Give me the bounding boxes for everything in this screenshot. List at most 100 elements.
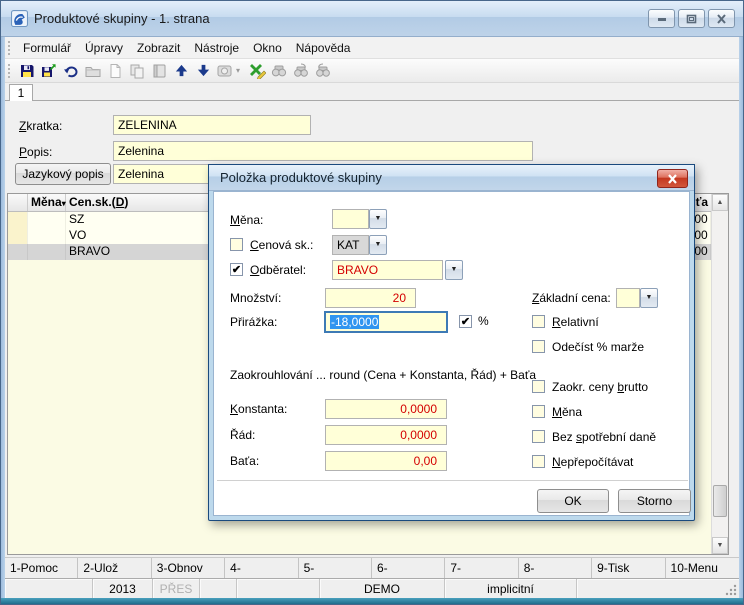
fnkey-2-uloz[interactable]: 2-Ulož: [78, 558, 151, 578]
mena-cell[interactable]: [28, 244, 66, 260]
jazykovy-popis-button[interactable]: Jazykový popis: [15, 163, 111, 185]
find-next-icon[interactable]: [313, 62, 333, 80]
menu-nastroje[interactable]: Nástroje: [187, 39, 246, 57]
prirazka-label: Přirážka:: [230, 315, 277, 329]
menu-upravy[interactable]: Úpravy: [78, 39, 130, 57]
relativni-checkbox[interactable]: [532, 315, 545, 328]
zkratka-input[interactable]: ZELENINA: [113, 115, 311, 135]
preview-icon[interactable]: [215, 62, 235, 80]
close-icon: [667, 174, 678, 184]
status-cell-demo: DEMO: [320, 579, 445, 598]
open-folder-icon[interactable]: [83, 62, 103, 80]
cenova-sk-dropdown-icon[interactable]: ▼: [369, 235, 387, 255]
fnkey-6[interactable]: 6-: [372, 558, 445, 578]
export-edit-icon[interactable]: [247, 62, 267, 80]
zaokr-brutto-checkbox[interactable]: [532, 380, 545, 393]
popis-input[interactable]: Zelenina: [113, 141, 533, 161]
mnozstvi-input[interactable]: 20: [325, 288, 416, 308]
cenova-sk-combo[interactable]: KAT: [332, 235, 369, 255]
bez-dane-rest: potřební daně: [582, 430, 656, 444]
odberatel-combo[interactable]: BRAVO: [332, 260, 443, 280]
scrollbar-track[interactable]: [712, 211, 728, 537]
status-cell-pres: PŘES: [153, 579, 200, 598]
close-button[interactable]: [708, 9, 735, 28]
cenova-sk-checkbox[interactable]: [230, 238, 243, 251]
zakladni-cena-label: Základní cena:: [532, 291, 611, 305]
fnkey-5[interactable]: 5-: [299, 558, 372, 578]
row-selector-header[interactable]: [8, 194, 28, 211]
mena-column-header[interactable]: Měna▾: [28, 194, 66, 211]
copy-icon[interactable]: [127, 62, 147, 80]
menu-napoveda[interactable]: Nápověda: [289, 39, 358, 57]
save-icon[interactable]: [17, 62, 37, 80]
vertical-scrollbar[interactable]: ▲ ▼: [711, 194, 728, 554]
mena-cell[interactable]: [28, 228, 66, 244]
scrollbar-thumb[interactable]: [713, 485, 727, 517]
konstanta-label-rest: onstanta:: [238, 402, 287, 416]
zaokrouhlovani-text: Zaokrouhlování ... round (Cena + Konstan…: [230, 368, 536, 382]
menu-zobrazit[interactable]: Zobrazit: [130, 39, 187, 57]
rad-input[interactable]: 0,0000: [325, 425, 447, 445]
ok-button[interactable]: OK: [537, 489, 609, 513]
odberatel-label: Odběratel:: [250, 263, 306, 277]
fnkey-7[interactable]: 7-: [445, 558, 518, 578]
zakladni-cena-dropdown-icon[interactable]: ▼: [640, 288, 658, 308]
menu-formular[interactable]: Formulář: [16, 39, 78, 57]
percent-checkbox[interactable]: ✔: [459, 315, 472, 328]
odberatel-label-rest: dběratel:: [259, 263, 306, 277]
dialog-close-button[interactable]: [657, 169, 688, 188]
menu-okno[interactable]: Okno: [246, 39, 289, 57]
dlg-mena-dropdown-icon[interactable]: ▼: [369, 209, 387, 229]
mnozstvi-label: Množství:: [230, 291, 281, 305]
dialog-titlebar: Položka produktové skupiny: [209, 165, 694, 191]
menubar-grip[interactable]: [8, 41, 11, 55]
move-down-icon[interactable]: [193, 62, 213, 80]
konstanta-input[interactable]: 0,0000: [325, 399, 447, 419]
find-icon[interactable]: [269, 62, 289, 80]
fnkey-9-tisk[interactable]: 9-Tisk: [592, 558, 665, 578]
bez-spotrebni-dane-label: Bez spotřební daně: [552, 430, 656, 444]
bata-input[interactable]: 0,00: [325, 451, 447, 471]
row-selector-cell[interactable]: [8, 212, 28, 228]
fnkey-3-obnov[interactable]: 3-Obnov: [152, 558, 225, 578]
resize-grip[interactable]: [725, 584, 737, 596]
mena-checkbox[interactable]: [532, 405, 545, 418]
prirazka-selected-text: -18,0000: [330, 315, 379, 329]
fnkey-1-pomoc[interactable]: 1-Pomoc: [5, 558, 78, 578]
row-selector-cell[interactable]: [8, 244, 28, 260]
odberatel-dropdown-icon[interactable]: ▼: [445, 260, 463, 280]
storno-button[interactable]: Storno: [618, 489, 691, 513]
bez-spotrebni-dane-checkbox[interactable]: [532, 430, 545, 443]
neprepocitavat-checkbox[interactable]: [532, 455, 545, 468]
notebook-icon[interactable]: [149, 62, 169, 80]
status-cell-year: 2013: [93, 579, 153, 598]
row-selector-cell[interactable]: [8, 228, 28, 244]
scroll-down-icon[interactable]: ▼: [712, 537, 728, 554]
window-frame-left: [1, 37, 5, 604]
preview-dropdown-icon[interactable]: ▾: [236, 66, 246, 75]
scroll-up-icon[interactable]: ▲: [712, 194, 728, 211]
move-up-icon[interactable]: [171, 62, 191, 80]
fnkey-8[interactable]: 8-: [519, 558, 592, 578]
tab-1[interactable]: 1: [9, 84, 33, 101]
find-previous-icon[interactable]: [291, 62, 311, 80]
mena-cell[interactable]: [28, 212, 66, 228]
bata-label: Baťa:: [230, 454, 259, 468]
zakladni-cena-combo[interactable]: [616, 288, 640, 308]
cenova-accesskey: C: [250, 238, 259, 252]
new-document-icon[interactable]: [105, 62, 125, 80]
toolbar-grip[interactable]: [8, 64, 11, 78]
relativni-accesskey: R: [552, 315, 561, 329]
undo-icon[interactable]: [61, 62, 81, 80]
fnkey-4[interactable]: 4-: [225, 558, 298, 578]
save-as-icon[interactable]: [39, 62, 59, 80]
minimize-button[interactable]: [648, 9, 675, 28]
dlg-mena-combo[interactable]: [332, 209, 369, 229]
odecist-marze-checkbox[interactable]: [532, 340, 545, 353]
fnkey-10-menu[interactable]: 10-Menu: [666, 558, 739, 578]
odberatel-accesskey: O: [250, 263, 259, 277]
restore-button[interactable]: [678, 9, 705, 28]
status-cell: [577, 579, 739, 598]
odberatel-checkbox[interactable]: ✔: [230, 263, 243, 276]
prirazka-input[interactable]: -18,0000: [325, 312, 447, 332]
